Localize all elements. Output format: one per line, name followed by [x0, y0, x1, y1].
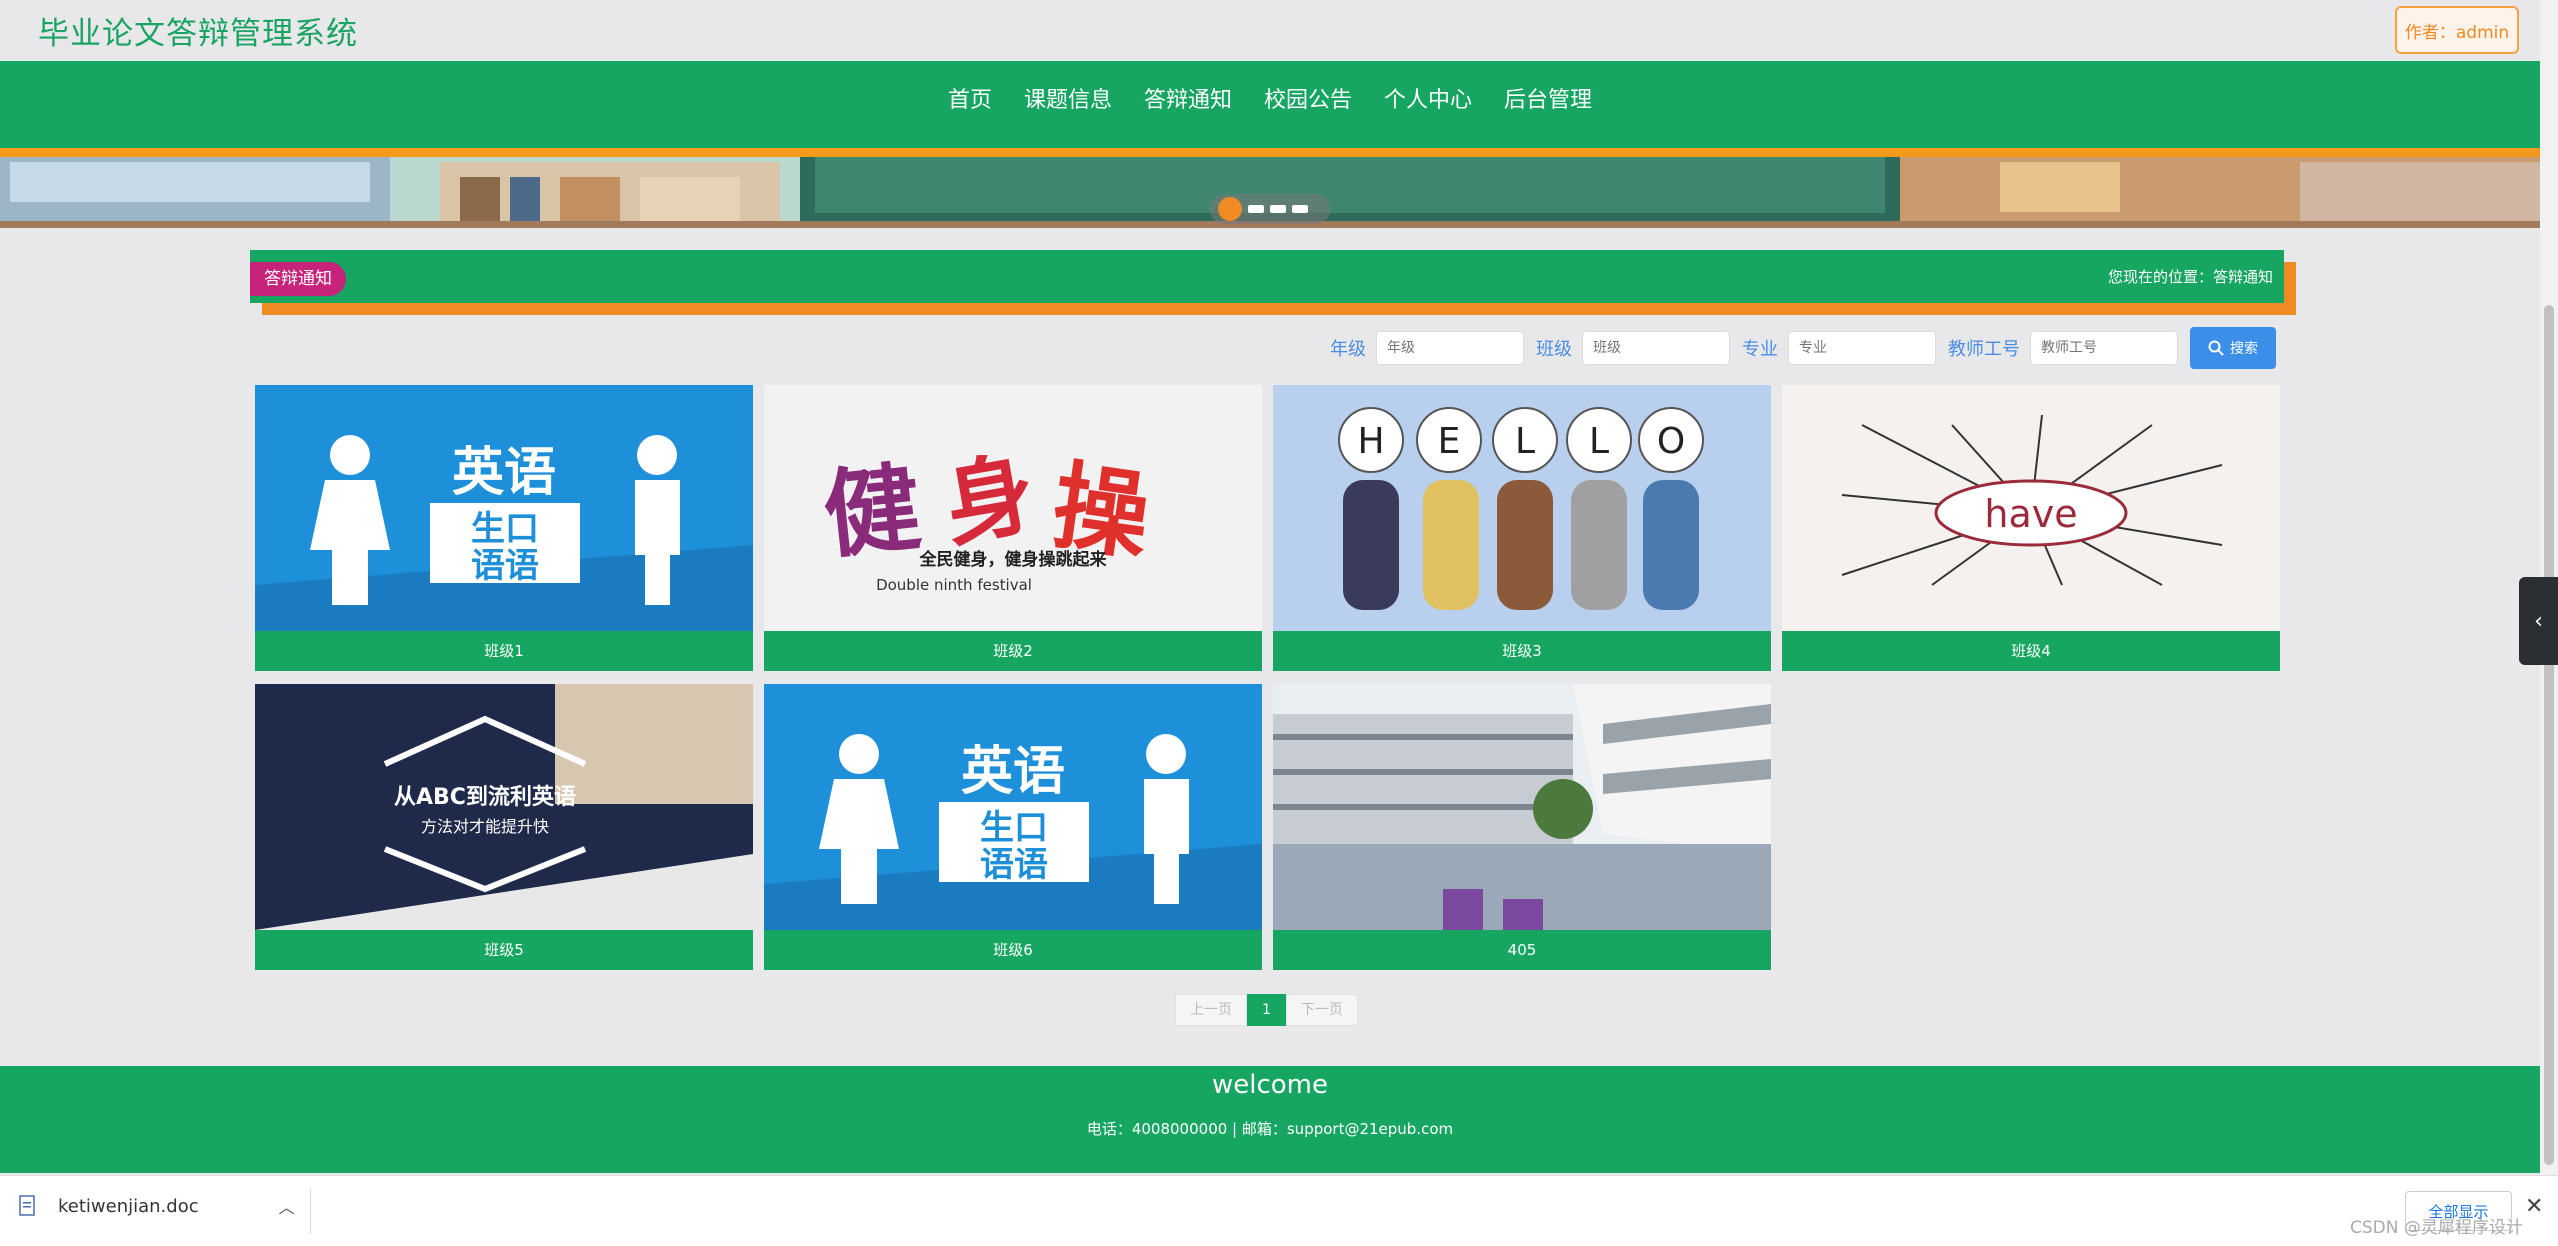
svg-text:E: E [1438, 421, 1461, 462]
main-nav: 首页 课题信息 答辩通知 校园公告 个人中心 后台管理 [0, 61, 2540, 148]
svg-text:全民健身，健身操跳起来: 全民健身，健身操跳起来 [919, 549, 1108, 570]
svg-text:方法对才能提升快: 方法对才能提升快 [421, 817, 549, 836]
footer-title: welcome [1211, 1070, 1328, 1100]
download-bar: ketiwenjian.doc ︿ 全部显示 ✕ [0, 1175, 2558, 1246]
search-button-label: 搜索 [2230, 341, 2258, 357]
notice-card[interactable]: 从ABC到流利英语 方法对才能提升快 班级5 [255, 684, 753, 972]
search-button[interactable]: 搜索 [2190, 327, 2276, 369]
search-icon [2208, 340, 2224, 356]
chevron-left-icon: ‹ [2534, 608, 2543, 634]
nav-admin[interactable]: 后台管理 [1488, 61, 1608, 148]
grade-input[interactable] [1376, 331, 1524, 365]
nav-announcements[interactable]: 校园公告 [1248, 61, 1368, 148]
svg-text:语语: 语语 [980, 845, 1048, 885]
svg-text:H: H [1357, 421, 1384, 462]
author-button[interactable]: 作者：admin [2395, 6, 2519, 54]
nav-topics[interactable]: 课题信息 [1008, 61, 1128, 148]
page-1-button[interactable]: 1 [1247, 994, 1286, 1026]
card-image-aerobics: 健 身 操 全民健身，健身操跳起来 Double ninth festival [764, 385, 1262, 631]
top-bar: 毕业论文答辩管理系统 作者：admin [0, 0, 2540, 61]
site-title: 毕业论文答辩管理系统 [38, 16, 358, 52]
svg-text:健: 健 [818, 450, 925, 572]
side-panel-toggle[interactable]: ‹ [2519, 577, 2558, 665]
card-caption: 班级5 [255, 930, 753, 970]
svg-text:生口: 生口 [980, 808, 1048, 848]
scrollbar-thumb[interactable] [2544, 305, 2554, 1165]
card-image-campus [1273, 684, 1771, 930]
footer: welcome 电话：4008000000 | 邮箱：support@21epu… [0, 1066, 2540, 1173]
svg-text:英语: 英语 [961, 742, 1065, 802]
breadcrumb: 您现在的位置：答辩通知 [2107, 268, 2273, 286]
notice-card[interactable]: have 班级4 [1782, 385, 2280, 673]
section-header [250, 250, 2284, 303]
card-caption: 405 [1273, 930, 1771, 970]
card-caption: 班级1 [255, 631, 753, 671]
teacher-id-label: 教师工号 [1948, 339, 2020, 360]
card-caption: 班级6 [764, 930, 1262, 970]
card-image-abc-english: 从ABC到流利英语 方法对才能提升快 [255, 684, 753, 930]
class-input[interactable] [1582, 331, 1730, 365]
download-separator [310, 1188, 311, 1234]
card-image-english: 英语 生口 语语 [764, 684, 1262, 930]
close-icon[interactable]: ✕ [2525, 1194, 2543, 1219]
card-image-have-mindmap: have [1782, 385, 2280, 631]
svg-text:L: L [1589, 421, 1609, 462]
card-image-english: 英语 生口 语语 [255, 385, 753, 631]
teacher-id-input[interactable] [2030, 331, 2178, 365]
major-label: 专业 [1742, 339, 1778, 360]
download-filename: ketiwenjian.doc [58, 1195, 199, 1217]
svg-text:L: L [1515, 421, 1535, 462]
notice-card[interactable]: 英语 生口 语语 班级6 [764, 684, 1262, 972]
card-caption: 班级4 [1782, 631, 2280, 671]
svg-text:身: 身 [936, 440, 1043, 560]
svg-text:从ABC到流利英语: 从ABC到流利英语 [394, 784, 576, 810]
carousel-dot-1[interactable] [1218, 197, 1242, 221]
grade-label: 年级 [1330, 339, 1366, 360]
svg-text:生口: 生口 [471, 509, 539, 549]
card-caption: 班级2 [764, 631, 1262, 671]
carousel-indicators [1210, 194, 1330, 224]
major-input[interactable] [1788, 331, 1936, 365]
footer-contact: 电话：4008000000 | 邮箱：support@21epub.com [1086, 1120, 1454, 1138]
prev-page-button[interactable]: 上一页 [1175, 994, 1247, 1026]
section-tag: 答辩通知 [250, 262, 346, 296]
class-label: 班级 [1536, 339, 1572, 360]
download-item[interactable]: ketiwenjian.doc ︿ [18, 1194, 295, 1218]
nav-accent-line [0, 148, 2540, 157]
svg-text:Double ninth festival: Double ninth festival [876, 576, 1032, 594]
pagination: 上一页 1 下一页 [1175, 994, 1358, 1026]
nav-defense-notice[interactable]: 答辩通知 [1128, 61, 1248, 148]
notice-card[interactable]: H E L L O 班级3 [1273, 385, 1771, 673]
chevron-up-icon[interactable]: ︿ [279, 1194, 295, 1218]
svg-text:O: O [1657, 421, 1685, 462]
svg-text:英语: 英语 [452, 443, 556, 503]
notice-card[interactable]: 405 [1273, 684, 1771, 972]
carousel-dot-4[interactable] [1292, 205, 1308, 213]
card-image-hello: H E L L O [1273, 385, 1771, 631]
card-caption: 班级3 [1273, 631, 1771, 671]
svg-text:语语: 语语 [471, 546, 539, 586]
watermark: CSDN @灵犀程序设计 [2350, 1218, 2523, 1238]
carousel-dot-2[interactable] [1248, 205, 1264, 213]
search-form: 年级 班级 专业 教师工号 搜索 [1330, 326, 2276, 370]
notice-card[interactable]: 英语 生口 语语 班级1 [255, 385, 753, 673]
carousel-dot-3[interactable] [1270, 205, 1286, 213]
nav-home[interactable]: 首页 [932, 61, 1008, 148]
document-icon [19, 1195, 35, 1216]
svg-text:have: have [1984, 492, 2077, 536]
nav-personal-center[interactable]: 个人中心 [1368, 61, 1488, 148]
notice-card[interactable]: 健 身 操 全民健身，健身操跳起来 Double ninth festival … [764, 385, 1262, 673]
next-page-button[interactable]: 下一页 [1285, 994, 1358, 1026]
